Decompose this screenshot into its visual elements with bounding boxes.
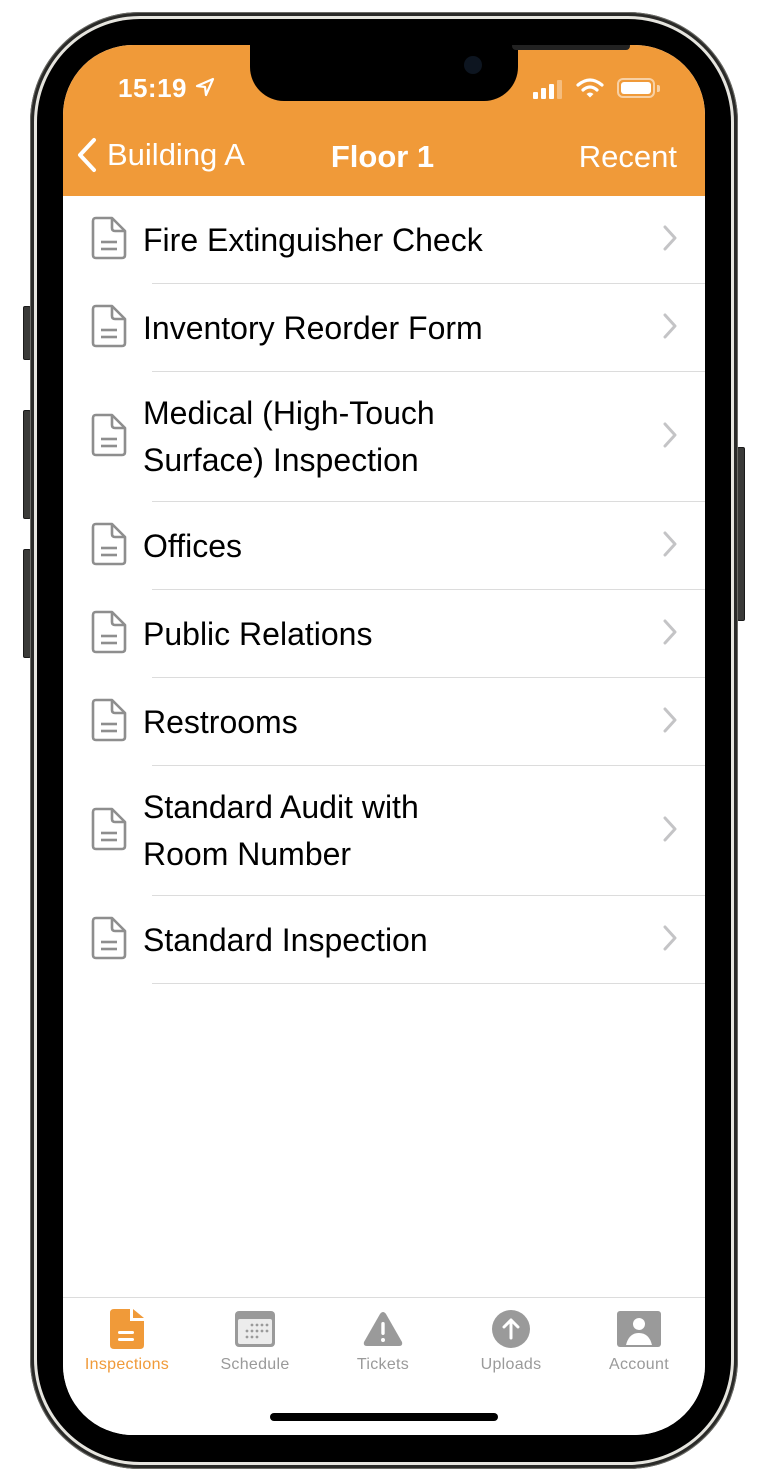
list-item-label: Inventory Reorder Form <box>143 309 483 346</box>
calendar-icon <box>235 1311 275 1347</box>
document-icon <box>91 413 127 462</box>
chevron-right-icon <box>663 816 677 847</box>
tab-label: Account <box>609 1356 669 1373</box>
cellular-signal-icon <box>533 80 562 99</box>
person-icon <box>617 1311 661 1347</box>
tab-label: Inspections <box>84 1356 170 1373</box>
list-item[interactable]: Standard Inspection <box>63 896 705 984</box>
tab-label: Tickets <box>356 1356 410 1373</box>
document-icon <box>91 807 127 856</box>
speaker-grille <box>512 45 630 50</box>
list-item-label: Standard Inspection <box>143 921 428 958</box>
battery-full-icon <box>617 78 655 98</box>
chevron-right-icon <box>663 313 677 344</box>
screen: 15:19 Building A Floor 1 Recent Fire Ext… <box>63 45 705 1435</box>
chevron-right-icon <box>663 619 677 650</box>
document-icon <box>91 522 127 571</box>
list-item[interactable]: Inventory Reorder Form <box>63 284 705 372</box>
home-indicator[interactable] <box>270 1413 498 1421</box>
back-button[interactable]: Building A <box>77 137 245 173</box>
list-item-label: Offices <box>143 527 242 564</box>
list-item[interactable]: Fire Extinguisher Check <box>63 196 705 284</box>
page-title: Floor 1 <box>330 139 435 174</box>
tab-inspections[interactable]: Inspections <box>63 1308 191 1374</box>
status-time: 15:19 <box>118 73 187 103</box>
document-icon <box>91 698 127 747</box>
recent-button[interactable]: Recent <box>579 139 677 175</box>
chevron-right-icon <box>663 925 677 956</box>
chevron-left-icon <box>78 138 96 172</box>
notch <box>250 45 630 101</box>
list-item[interactable]: Restrooms <box>63 678 705 766</box>
chevron-right-icon <box>663 422 677 453</box>
list-item[interactable]: Offices <box>63 502 705 590</box>
document-icon <box>91 216 127 265</box>
document-icon <box>110 1309 144 1349</box>
tab-schedule[interactable]: Schedule <box>191 1308 319 1374</box>
power-button <box>737 447 745 621</box>
list-item[interactable]: Medical (High-Touch Surface) Inspection <box>63 372 705 502</box>
chevron-right-icon <box>663 531 677 562</box>
tab-label: Uploads <box>480 1356 542 1373</box>
list-item-label: Standard Audit with Room Number <box>143 789 419 872</box>
battery-tip <box>657 85 660 92</box>
document-icon <box>91 610 127 659</box>
front-camera <box>464 56 482 74</box>
list-item-label: Fire Extinguisher Check <box>143 221 483 258</box>
back-button-label: Building A <box>107 137 245 172</box>
wifi-icon <box>576 77 604 104</box>
list-item[interactable]: Standard Audit with Room Number <box>63 766 705 896</box>
chevron-right-icon <box>663 225 677 256</box>
tab-uploads[interactable]: Uploads <box>447 1308 575 1374</box>
list-item-label: Medical (High-Touch Surface) Inspection <box>143 395 435 478</box>
list-item[interactable]: Public Relations <box>63 590 705 678</box>
inspection-form-list: Fire Extinguisher Check Inventory Reorde… <box>63 196 705 984</box>
tab-label: Schedule <box>220 1356 290 1373</box>
list-item-label: Restrooms <box>143 703 298 740</box>
upload-arrow-icon <box>492 1310 530 1348</box>
warning-triangle-icon <box>363 1312 403 1346</box>
tab-tickets[interactable]: Tickets <box>319 1308 447 1374</box>
document-icon <box>91 916 127 965</box>
navigation-header: 15:19 Building A Floor 1 Recent <box>63 45 705 196</box>
location-arrow-icon <box>195 77 215 102</box>
list-item-label: Public Relations <box>143 615 373 652</box>
tab-account[interactable]: Account <box>575 1308 703 1374</box>
document-icon <box>91 304 127 353</box>
chevron-right-icon <box>663 707 677 738</box>
row-separator <box>152 983 705 984</box>
